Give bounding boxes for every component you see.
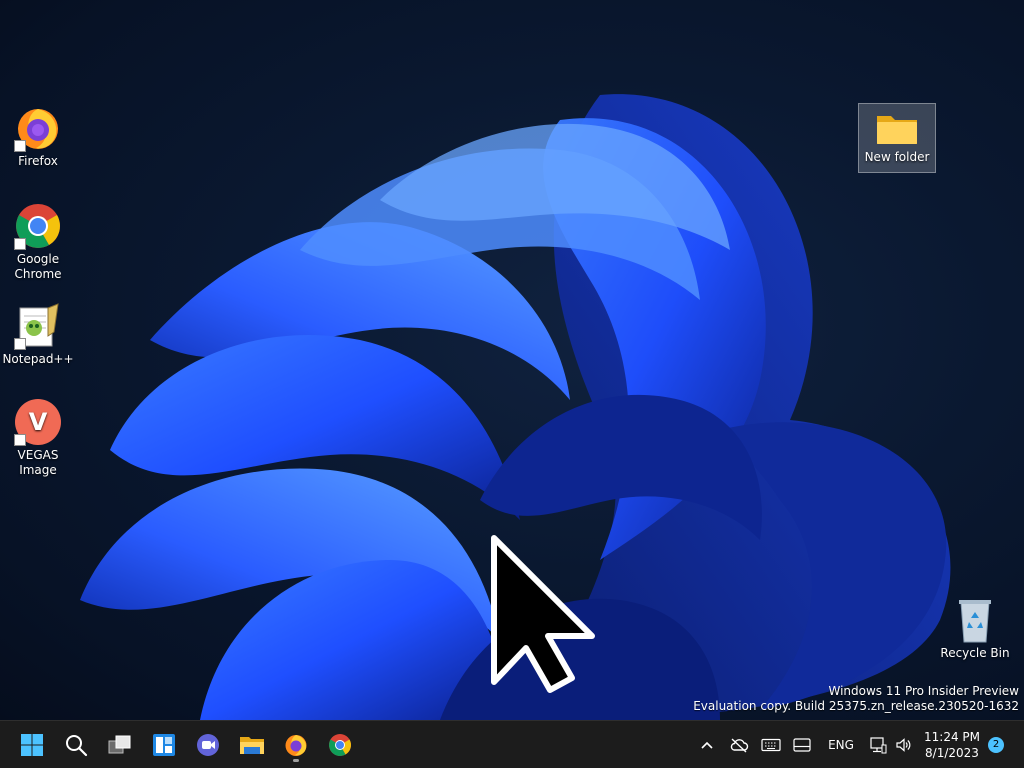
vegas-image-icon: V [14, 398, 62, 446]
file-explorer-icon [240, 737, 264, 754]
desktop-icon-vegas-image[interactable]: V VEGAS Image [0, 398, 76, 478]
taskbar: ENG 11:24 PM 8/1/2023 2 [0, 720, 1024, 768]
clock-button[interactable]: 11:24 PM 8/1/2023 [918, 729, 986, 761]
desktop-icon-recycle-bin[interactable]: Recycle Bin [937, 596, 1013, 661]
search-button[interactable] [58, 727, 94, 763]
widgets-icon [153, 734, 175, 756]
taskbar-chrome-button[interactable] [322, 727, 358, 763]
desktop-icon-label: New folder [864, 150, 930, 164]
quick-settings-button[interactable] [866, 721, 914, 769]
watermark-line-1: Windows 11 Pro Insider Preview [828, 684, 1019, 698]
chevron-up-icon [701, 741, 713, 749]
shortcut-arrow-icon [14, 140, 26, 152]
touch-keyboard-button[interactable] [758, 721, 784, 769]
input-language-button[interactable]: ENG [822, 721, 860, 769]
running-indicator [293, 759, 299, 762]
chat-icon [197, 734, 219, 756]
chat-button[interactable] [190, 727, 226, 763]
volume-icon [896, 738, 911, 752]
task-view-button[interactable] [102, 727, 138, 763]
file-explorer-button[interactable] [234, 727, 270, 763]
shortcut-arrow-icon [14, 338, 26, 350]
cloud-off-icon [730, 738, 749, 753]
chrome-icon [14, 202, 62, 250]
widgets-button[interactable] [146, 727, 182, 763]
desktop-icon-label: Recycle Bin [940, 646, 1010, 660]
evaluation-watermark: Windows 11 Pro Insider Preview Evaluatio… [693, 684, 1019, 714]
desktop-icon-chrome[interactable]: Google Chrome [0, 202, 76, 282]
network-icon [870, 737, 887, 754]
pen-menu-button[interactable] [789, 721, 815, 769]
task-view-icon [108, 735, 131, 754]
windows-start-icon [21, 734, 43, 756]
notification-center-badge[interactable]: 2 [988, 737, 1004, 753]
desktop-icon-label: Google Chrome [14, 252, 62, 281]
svg-text:V: V [29, 408, 48, 436]
desktop-icon-label: Notepad++ [2, 352, 74, 366]
start-button[interactable] [14, 727, 50, 763]
chrome-icon [329, 734, 351, 756]
desktop-icon-new-folder[interactable]: New folder [858, 103, 936, 173]
firefox-icon [14, 104, 62, 152]
show-hidden-icons-button[interactable] [696, 721, 718, 769]
desktop-icon-notepadpp[interactable]: Notepad++ [0, 302, 76, 367]
shortcut-arrow-icon [14, 238, 26, 250]
clock-date: 8/1/2023 [925, 746, 979, 760]
keyboard-icon [761, 738, 781, 752]
shortcut-arrow-icon [14, 434, 26, 446]
watermark-line-2: Evaluation copy. Build 25375.zn_release.… [693, 699, 1019, 713]
tablet-icon [793, 738, 811, 752]
taskbar-firefox-button[interactable] [278, 727, 314, 763]
clock-time: 11:24 PM [924, 730, 980, 744]
mouse-cursor-icon [491, 535, 595, 693]
folder-icon [873, 108, 921, 148]
desktop[interactable]: Firefox Google Chrome Notepad++ V VEGAS … [0, 0, 1024, 720]
desktop-icon-label: Firefox [18, 154, 58, 168]
notepadpp-icon [14, 302, 62, 350]
recycle-bin-icon [951, 596, 999, 644]
firefox-icon [285, 735, 307, 756]
desktop-icon-firefox[interactable]: Firefox [0, 104, 76, 169]
desktop-icon-label: VEGAS Image [17, 448, 59, 477]
search-icon [66, 735, 88, 757]
onedrive-status-button[interactable] [726, 721, 752, 769]
